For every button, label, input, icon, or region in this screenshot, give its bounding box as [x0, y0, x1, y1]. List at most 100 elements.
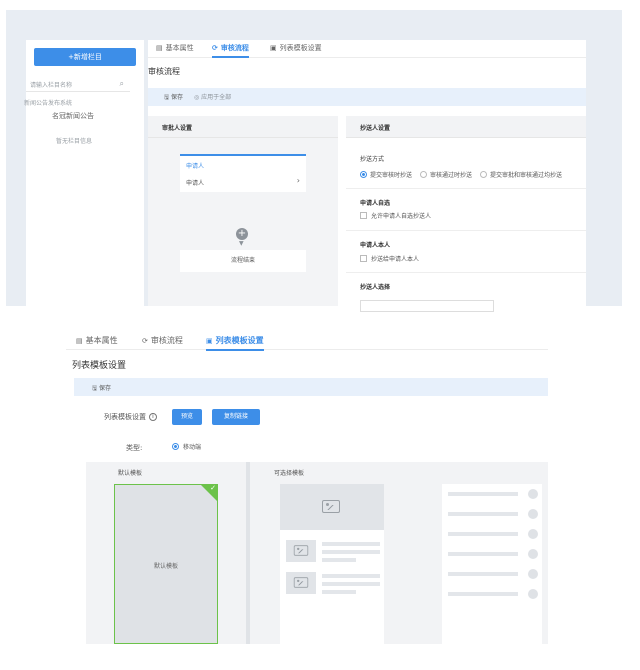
page-title: 列表模板设置: [72, 361, 127, 371]
list-row-placeholder: [448, 592, 518, 596]
tree-root-item[interactable]: 新闻公告发布系统: [24, 98, 72, 107]
text-line-placeholder: [322, 550, 380, 554]
list-dot-placeholder: [528, 569, 538, 579]
list-template-screenshot: ▤ 基本属性 ⟳ 审核流程 ▣ 列表模板设置 列表模板设置 🖫 保存 列表模板设…: [66, 330, 548, 644]
cc-mode-option-submit[interactable]: 提交审核时抄送: [360, 170, 412, 179]
cc-mode-option-both[interactable]: 提交审批和审核通过均抄送: [480, 170, 562, 179]
approval-flow-panel: ▤ 基本属性 ⟳ 审核流程 ▣ 列表模板设置 审核流程 🖫 保存 ◎ 应用于全部…: [148, 40, 586, 312]
tab-list-template[interactable]: ▣ 列表模板设置: [206, 335, 264, 351]
apply-all-button[interactable]: ◎ 应用于全部: [194, 92, 231, 101]
save-button[interactable]: 🖫 保存: [92, 383, 111, 394]
tab-bar: ▤ 基本属性 ⟳ 审核流程 ▣ 列表模板设置: [148, 40, 586, 58]
search-icon[interactable]: ⌕: [120, 79, 124, 89]
config-label-text: 列表模板设置: [104, 413, 146, 421]
cc-mode-radio-group: 提交审核时抄送 审核通过时抄送 提交审批和审核通过均抄送: [360, 170, 562, 179]
hero-placeholder: [280, 484, 384, 530]
image-placeholder-icon: [322, 500, 340, 513]
tab-bar: ▤ 基本属性 ⟳ 审核流程 ▣ 列表模板设置: [66, 330, 548, 351]
type-radio-mobile[interactable]: 移动端: [172, 442, 201, 451]
cc-settings-panel: 抄送人设置 抄送方式 提交审核时抄送 审核通过时抄送 提交审批和审核通过均抄送 …: [346, 116, 586, 312]
approver-header-label: 审批人设置: [162, 125, 193, 132]
tab-basic-properties[interactable]: ▤ 基本属性: [76, 335, 118, 346]
tab-list-template[interactable]: ▣ 列表模板设置: [270, 43, 322, 53]
panel-divider: [246, 462, 250, 644]
type-label: 类型:: [126, 444, 143, 452]
add-column-button[interactable]: +新增栏目: [34, 48, 136, 66]
empty-column-text: 暂无栏目信息: [56, 138, 93, 145]
optional-template-card[interactable]: [280, 484, 384, 644]
cc-header-label: 抄送人设置: [360, 125, 391, 132]
image-placeholder-icon: [293, 577, 309, 588]
approval-flow-screenshot: +新增栏目 请输入栏目名称 ⌕ 新闻公告发布系统 名冠新闻公告 暂无栏目信息 ▤…: [6, 10, 622, 312]
checkbox-icon: [360, 255, 367, 262]
list-row-placeholder: [448, 532, 518, 536]
text-line-placeholder: [322, 542, 380, 546]
approver-node-value[interactable]: 申请人: [186, 178, 204, 187]
cc-header: 抄送人设置: [346, 116, 586, 138]
image-icon: ▣: [206, 336, 213, 345]
tab-approval-flow[interactable]: ⟳ 审核流程: [212, 43, 249, 58]
list-dot-placeholder: [528, 589, 538, 599]
cc-choose-input[interactable]: [360, 300, 494, 312]
column-search-input[interactable]: 请输入栏目名称 ⌕: [26, 76, 130, 92]
cc-mode-option-approved[interactable]: 审核通过时抄送: [420, 170, 472, 179]
cc-mode-label: 抄送方式: [360, 156, 385, 163]
image-placeholder-icon: [293, 545, 309, 556]
tab-label: 审核流程: [150, 336, 183, 345]
list-dot-placeholder: [528, 549, 538, 559]
add-node-icon[interactable]: +: [236, 228, 248, 240]
tab-basic-properties[interactable]: ▤ 基本属性: [156, 43, 194, 53]
toolbar: 🖫 保存: [74, 378, 548, 396]
list-row-placeholder: [448, 512, 518, 516]
check-icon: ✓: [210, 484, 216, 492]
radio-icon: [420, 171, 428, 178]
optional-template-title: 可选择模板: [274, 470, 305, 477]
text-line-placeholder: [322, 590, 356, 594]
self-select-checkbox[interactable]: 允许申请人自选抄送人: [360, 211, 431, 220]
preview-button[interactable]: 预览: [172, 409, 202, 425]
self-label: 申请人本人: [360, 242, 391, 249]
list-dot-placeholder: [528, 529, 538, 539]
radio-icon: [480, 171, 488, 178]
page-title: 审核流程: [148, 67, 180, 76]
list-dot-placeholder: [528, 489, 538, 499]
thumb-placeholder: [286, 540, 316, 562]
search-placeholder: 请输入栏目名称: [30, 82, 73, 89]
save-label: 保存: [171, 94, 184, 101]
tab-label: 审核流程: [220, 44, 249, 52]
info-icon[interactable]: i: [149, 413, 157, 421]
refresh-icon: ⟳: [142, 336, 148, 345]
checkbox-icon: [360, 212, 367, 219]
divider: [346, 230, 586, 231]
divider: [346, 188, 586, 189]
copy-link-button[interactable]: 复制链接: [212, 409, 260, 425]
list-template-card[interactable]: [442, 484, 542, 644]
flow-end-node: 流程结束: [180, 250, 306, 272]
radio-checked-icon: [360, 171, 367, 178]
checkbox-label: 允许申请人自选抄送人: [371, 213, 432, 220]
cc-self-checkbox[interactable]: 抄送给申请人本人: [360, 254, 419, 263]
list-dot-placeholder: [528, 509, 538, 519]
option-label: 提交审核时抄送: [370, 172, 413, 179]
list-row-placeholder: [448, 552, 518, 556]
tab-approval-flow[interactable]: ⟳ 审核流程: [142, 335, 183, 346]
template-config-label: 列表模板设置 i: [104, 412, 157, 422]
arrow-down-icon: ▼: [239, 240, 244, 247]
approver-node-box[interactable]: 申请人 申请人 ›: [180, 154, 306, 192]
list-row-placeholder: [448, 572, 518, 576]
tab-label: 列表模板设置: [279, 44, 322, 52]
approver-settings-panel: 审批人设置 申请人 申请人 › + ▼ 流程结束: [148, 116, 338, 306]
chevron-right-icon[interactable]: ›: [297, 176, 300, 185]
default-template-card[interactable]: ✓ 默认模板: [114, 484, 218, 644]
list-row-placeholder: [448, 492, 518, 496]
checkbox-label: 抄送给申请人本人: [371, 256, 420, 263]
thumb-placeholder: [286, 572, 316, 594]
save-button[interactable]: 🖫 保存: [164, 92, 183, 103]
option-label: 提交审批和审核通过均抄送: [490, 172, 563, 179]
tab-label: 基本属性: [165, 44, 194, 52]
template-area: 默认模板 ✓ 默认模板 可选择模板: [86, 462, 548, 644]
tree-child-item[interactable]: 名冠新闻公告: [52, 111, 94, 121]
option-label: 审核通过时抄送: [430, 172, 473, 179]
tab-label: 列表模板设置: [215, 336, 264, 345]
approver-header: 审批人设置: [148, 116, 338, 138]
